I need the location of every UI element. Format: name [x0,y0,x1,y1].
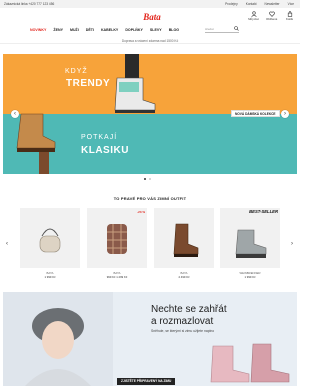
banner-photo-boots [210,343,290,383]
top-links: Prodejny Kontakt Newsletter Více [225,2,294,6]
hero-next-arrow-icon[interactable]: › [281,110,289,118]
product-image-bag [20,208,80,268]
carousel-dots [144,178,151,180]
nav-item-new[interactable]: NOVINKY [30,28,46,32]
svg-text:Bata: Bata [142,12,161,22]
banner-photo-woman [3,292,113,386]
nav-item-accessories[interactable]: DOPLŇKY [125,28,143,32]
search-placeholder: Hledat [205,27,214,31]
bestseller-badge: BEST-SELLER [249,209,278,214]
product-price: 999 Kč 1 299 Kč [106,275,128,279]
hero-line-2: TRENDY [66,78,111,89]
nav-item-handbags[interactable]: KABELKY [101,28,118,32]
nav-item-men[interactable]: MUŽI [70,28,79,32]
product-price: 1 999 Kč [44,275,56,279]
banner-headline-line-1: Nechte se zahřát [151,304,227,315]
nav-item-kids[interactable]: DĚTI [86,28,94,32]
hero-line-1: KDYŽ [65,68,88,75]
winter-banner[interactable]: Nechte se zahřát a rozmazlovat Sněhule, … [3,292,297,386]
product-card[interactable]: BATA 1 999 Kč [20,208,80,288]
hero-line-4: KLASIKU [81,145,129,156]
discount-badge: -23 % [137,210,145,214]
hero-line-3: POTKAJÍ [81,134,118,141]
bata-logo[interactable]: Bata [139,12,165,22]
cart-button[interactable]: Košík [284,11,295,21]
nav-item-women[interactable]: ŽENY [53,28,63,32]
product-image-boot [154,208,214,268]
product-price: 2 499 Kč [178,275,190,279]
banner-cta-button[interactable]: ZJISTĚTE PŘIPRAVENÝ NA ZIMU [117,378,176,385]
hero-cta-button[interactable]: NOVÁ DÁMSKÁ KOLEKCE [231,110,280,117]
product-card[interactable]: BEST-SELLER WEINBRENNER 1 999 Kč [220,208,280,288]
top-link-newsletter[interactable]: Newsletter [265,2,280,6]
hotline-text: Zákaznická linka +420 777 123 456 [4,2,55,6]
banner-headline-line-2: a rozmazlovat [151,316,214,327]
top-link-stores[interactable]: Prodejny [225,2,238,6]
banner-headline: Nechte se zahřát a rozmazlovat [151,304,227,328]
carousel-dot[interactable] [149,178,151,180]
section-title: TO PRAVÉ PRO VÁS ZIMNÍ OUTFIT [113,196,187,201]
products-prev-arrow-icon[interactable]: ‹ [3,240,11,248]
promo-text[interactable]: Doprava a vrácení zdarma nad 1500 Kč [0,39,300,43]
product-card[interactable]: -23 % BATA 999 Kč 1 299 Kč [87,208,147,288]
product-carousel: BATA 1 999 Kč -23 % BATA 999 Kč 1 299 Kč… [20,208,280,288]
top-link-contact[interactable]: Kontakt [246,2,257,6]
header-icons: Můj účet Oblíbené Košík [248,11,295,21]
cart-label: Košík [286,17,293,21]
search-input[interactable]: Hledat [205,26,239,33]
search-icon[interactable] [234,26,239,31]
products-next-arrow-icon[interactable]: › [288,240,296,248]
account-button[interactable]: Můj účet [248,11,259,21]
product-image-backpack: -23 % [87,208,147,268]
main-nav: NOVINKY ŽENY MUŽI DĚTI KABELKY DOPLŇKY S… [30,28,179,32]
top-link-more[interactable]: Více [288,2,294,6]
banner-subtext: Sněhule, se kterými si zimu užijete napl… [151,329,215,333]
product-card[interactable]: BATA 2 499 Kč [154,208,214,288]
top-info-bar: Zákaznická linka +420 777 123 456 Prodej… [0,0,300,8]
nav-item-blog[interactable]: BLOG [169,28,179,32]
hero-prev-arrow-icon[interactable]: ‹ [11,110,19,118]
account-label: Můj účet [248,17,259,21]
hero-carousel[interactable]: KDYŽ TRENDY POTKAJÍ KLASIKU NOVÁ DÁMSKÁ … [3,54,297,174]
product-image-snowboot: BEST-SELLER [220,208,280,268]
wishlist-label: Oblíbené [266,17,278,21]
carousel-dot[interactable] [144,178,146,180]
product-price: 1 999 Kč [244,275,256,279]
wishlist-button[interactable]: Oblíbené [266,11,277,21]
nav-item-sale[interactable]: SLEVY [150,28,162,32]
